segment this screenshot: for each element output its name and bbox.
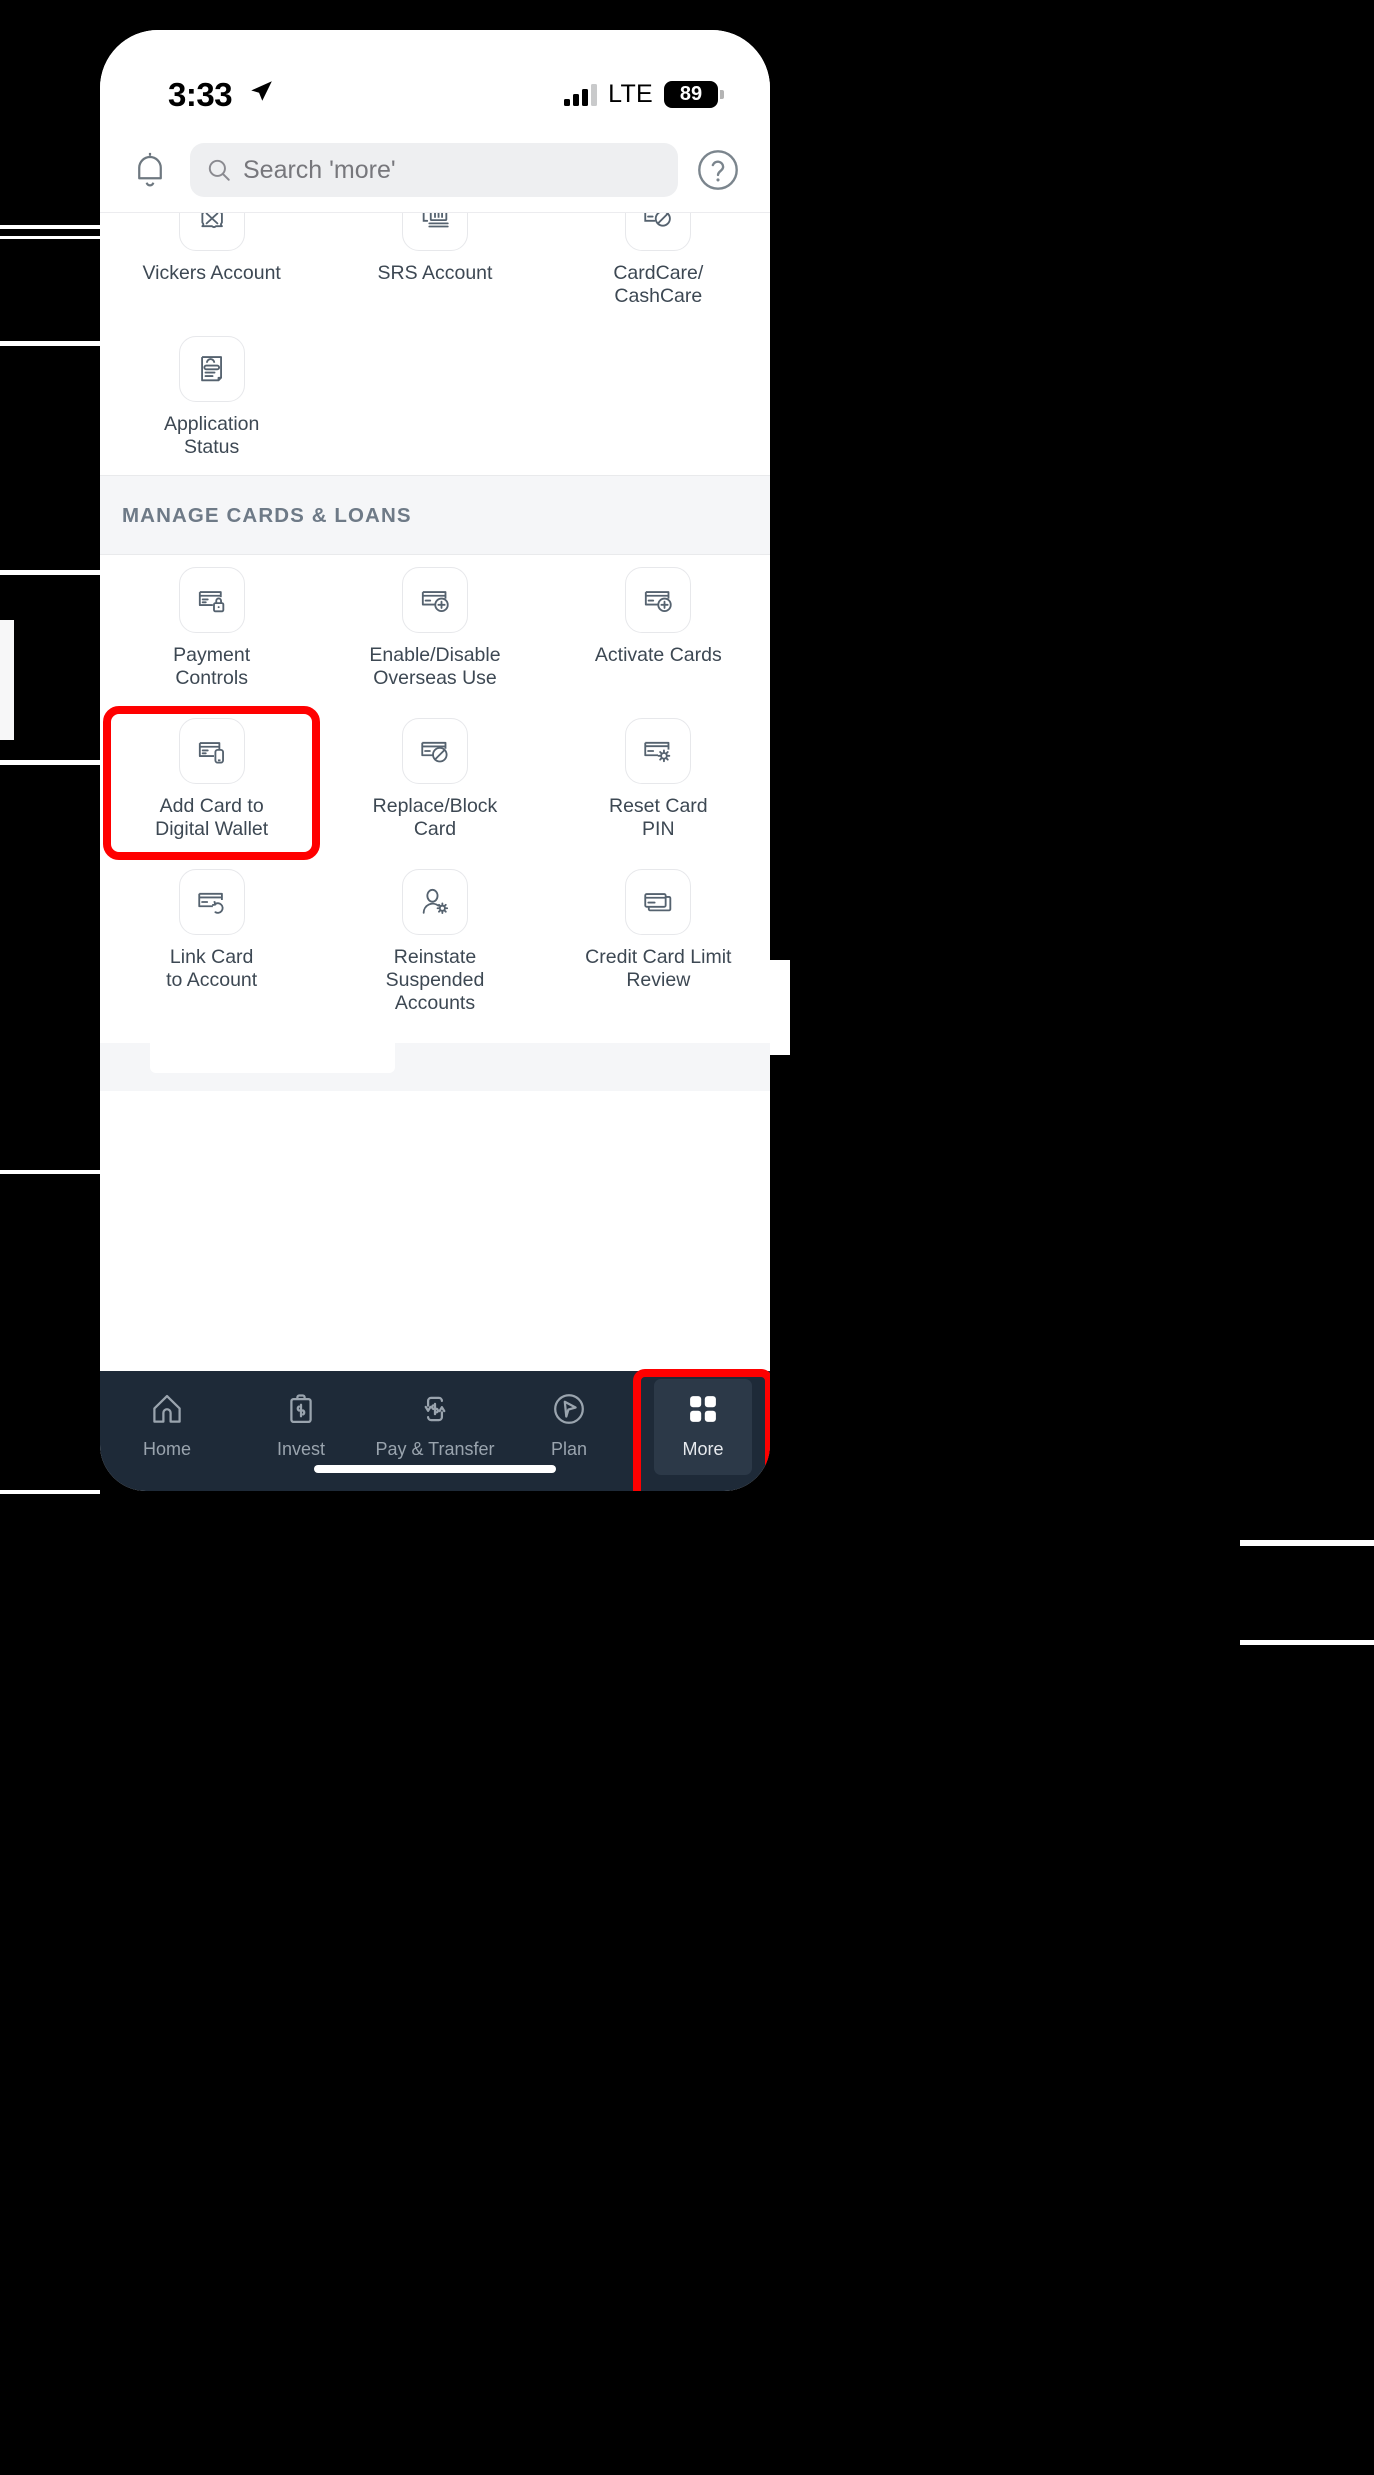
bottom-tab-bar: Home Invest Pay & Transfer Plan More — [100, 1371, 770, 1491]
tab-label: More — [682, 1439, 724, 1459]
bg-streak — [0, 1490, 100, 1494]
battery-percent-label: 89 — [679, 83, 703, 105]
tile-label: Payment Controls — [173, 644, 251, 689]
tile-label: Add Card to Digital Wallet — [155, 795, 269, 840]
status-indicators: LTE 89 — [564, 80, 724, 109]
tile-add-card-to-digital-wallet[interactable]: Add Card to Digital Wallet — [100, 706, 323, 860]
section-header-manage-cards: MANAGE CARDS & LOANS — [100, 475, 770, 555]
tile-replace-block-card[interactable]: Replace/Block Card — [323, 706, 546, 857]
tile-label: SRS Account — [377, 262, 493, 284]
tile-label: Link Card to Account — [166, 946, 258, 991]
application-document-icon — [178, 336, 245, 402]
tab-label: Pay & Transfer — [375, 1439, 495, 1459]
vickers-shield-icon — [178, 213, 245, 251]
tile-label: Reinstate Suspended Accounts — [385, 946, 485, 1014]
tile-label: Application Status — [163, 413, 260, 458]
tile-payment-controls[interactable]: Payment Controls — [100, 555, 323, 706]
tab-label: Invest — [276, 1439, 326, 1459]
content-bottom-pill — [150, 1043, 395, 1073]
bg-streak — [1240, 1540, 1374, 1546]
bg-streak — [0, 341, 100, 346]
status-time: 3:33 — [168, 76, 233, 113]
card-refresh-icon — [178, 869, 245, 935]
network-type-label: LTE — [608, 80, 653, 108]
search-icon — [208, 159, 230, 181]
more-menu-content[interactable]: Vickers Account SRS Account CardCare/ Ca… — [100, 213, 770, 1091]
tile-cardcare-cashcare[interactable]: CardCare/ CashCare — [547, 213, 770, 324]
signal-strength-icon — [564, 83, 598, 106]
manage-cards-grid: Payment Controls Enable/Disable Overseas… — [100, 555, 770, 1091]
tile-srs-account[interactable]: SRS Account — [323, 213, 546, 324]
card-blocked-icon — [401, 718, 468, 784]
tab-label: Home — [142, 1439, 191, 1459]
bg-streak — [1240, 1640, 1374, 1645]
content-bottom-spacer — [100, 1043, 770, 1091]
tile-label: Replace/Block Card — [372, 795, 498, 840]
tile-enable-disable-overseas-use[interactable]: Enable/Disable Overseas Use — [323, 555, 546, 706]
accounts-section-grid: Vickers Account SRS Account CardCare/ Ca… — [100, 213, 770, 475]
bg-streak — [0, 1170, 100, 1174]
card-plus-icon — [401, 567, 468, 633]
bg-streak — [770, 960, 790, 1055]
card-plus-icon — [625, 567, 692, 633]
tile-label: Reset Card PIN — [609, 795, 708, 840]
tile-vickers-account[interactable]: Vickers Account — [100, 213, 323, 324]
grid-squares-icon — [685, 1391, 721, 1432]
tab-invest[interactable]: Invest — [234, 1383, 368, 1460]
location-arrow-icon — [251, 81, 272, 101]
tile-activate-cards[interactable]: Activate Cards — [547, 555, 770, 706]
two-cards-icon — [625, 869, 692, 935]
bank-building-icon — [401, 213, 468, 251]
tile-label: Credit Card Limit Review — [585, 946, 732, 991]
tile-reset-card-pin[interactable]: Reset Card PIN — [547, 706, 770, 857]
tile-reinstate-suspended-accounts[interactable]: Reinstate Suspended Accounts — [323, 857, 546, 1031]
tab-active-background — [654, 1379, 752, 1475]
home-indicator[interactable] — [314, 1465, 556, 1473]
tab-label: Plan — [550, 1439, 588, 1459]
app-header: Search 'more' — [100, 128, 770, 213]
help-circle-icon — [698, 150, 738, 190]
battery-icon: 89 — [664, 81, 724, 108]
tab-plan[interactable]: Plan — [502, 1383, 636, 1460]
tile-label: CardCare/ CashCare — [613, 262, 704, 307]
status-bar: 3:33 LTE 89 — [100, 30, 770, 128]
tab-home[interactable]: Home — [100, 1383, 234, 1460]
bg-streak — [0, 570, 100, 575]
card-lock-icon — [178, 567, 245, 633]
bg-streak — [0, 620, 14, 740]
notifications-button[interactable] — [122, 149, 178, 191]
card-blocked-icon — [625, 213, 692, 251]
person-gear-icon — [401, 869, 468, 935]
home-icon — [149, 1391, 185, 1432]
tab-pay-transfer[interactable]: Pay & Transfer — [368, 1383, 502, 1460]
help-button[interactable] — [690, 148, 746, 192]
tile-application-status[interactable]: Application Status — [100, 324, 323, 475]
search-input[interactable]: Search 'more' — [190, 143, 678, 197]
bell-icon — [138, 152, 162, 187]
tile-link-card-to-account[interactable]: Link Card to Account — [100, 857, 323, 1031]
tab-more[interactable]: More — [636, 1379, 770, 1475]
tile-label: Vickers Account — [142, 262, 281, 284]
card-gear-icon — [625, 718, 692, 784]
tile-credit-card-limit-review[interactable]: Credit Card Limit Review — [547, 857, 770, 1031]
search-placeholder: Search 'more' — [243, 155, 396, 184]
phone-frame: 3:33 LTE 89 Search 'more' Vickers Accoun… — [100, 30, 770, 1491]
compass-cursor-icon — [551, 1391, 587, 1432]
card-phone-icon — [178, 718, 245, 784]
tile-label: Enable/Disable Overseas Use — [369, 644, 501, 689]
bg-streak — [0, 236, 100, 239]
transfer-dollar-icon — [417, 1391, 453, 1432]
tile-label: Activate Cards — [594, 644, 722, 666]
bg-streak — [0, 760, 100, 765]
briefcase-dollar-icon — [283, 1391, 319, 1432]
bg-streak — [0, 225, 100, 229]
